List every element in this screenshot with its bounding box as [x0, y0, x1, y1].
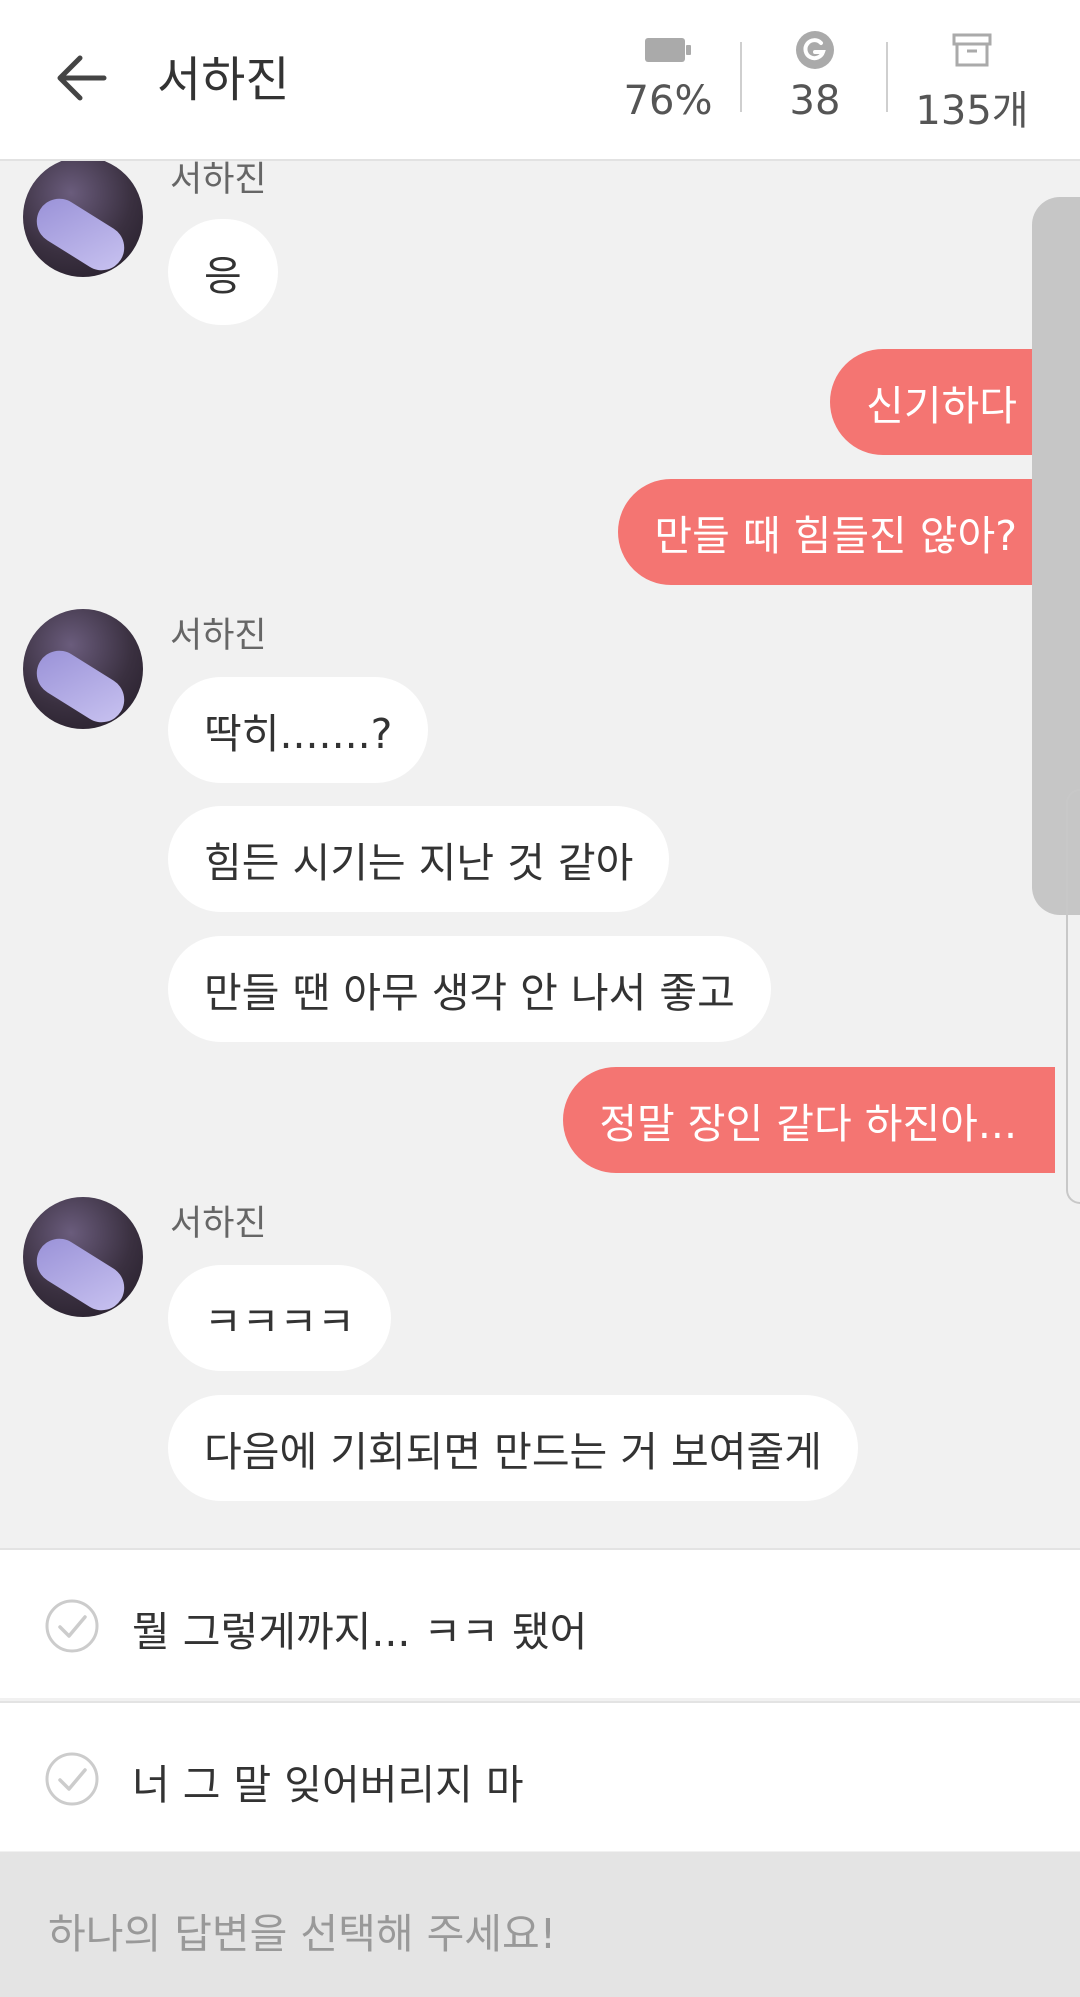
- header-divider: [886, 42, 888, 112]
- answer-option[interactable]: 너 그 말 잊어버리지 마: [0, 1701, 1080, 1851]
- message-bubble-sent: 신기하다: [830, 349, 1055, 455]
- battery-icon: [645, 38, 691, 62]
- header-divider: [740, 42, 742, 112]
- check-circle-icon: [45, 1599, 99, 1653]
- battery-value: 76%: [623, 78, 713, 124]
- answer-text: 뭘 그렇게까지... ㅋㅋ 됐어: [132, 1608, 588, 1656]
- avatar[interactable]: [23, 161, 143, 277]
- storage-stat: 135개: [907, 28, 1037, 136]
- coin-stat: 38: [750, 28, 880, 124]
- archive-box-icon: [952, 33, 992, 67]
- avatar[interactable]: [23, 1197, 143, 1317]
- avatar[interactable]: [23, 609, 143, 729]
- answer-text: 너 그 말 잊어버리지 마: [132, 1761, 524, 1809]
- coin-value: 38: [789, 78, 841, 124]
- message-bubble-sent: 만들 때 힘들진 않아?: [618, 479, 1055, 585]
- scrollbar-track-edge: [1066, 789, 1080, 1204]
- chat-title: 서하진: [157, 52, 290, 108]
- answer-hint-bar: 하나의 답변을 선택해 주세요!: [0, 1852, 1080, 1997]
- storage-value: 135개: [915, 88, 1029, 134]
- message-bubble-received: 만들 땐 아무 생각 안 나서 좋고: [168, 936, 771, 1042]
- message-bubble-received: ㅋㅋㅋㅋ: [168, 1265, 391, 1371]
- answer-option[interactable]: 뭘 그렇게까지... ㅋㅋ 됐어: [0, 1548, 1080, 1698]
- sender-name: 서하진: [170, 161, 267, 200]
- message-bubble-sent: 정말 장인 같다 하진아...: [563, 1067, 1055, 1173]
- back-arrow-icon[interactable]: [50, 46, 114, 110]
- check-circle-icon: [45, 1752, 99, 1806]
- message-bubble-received: 힘든 시기는 지난 것 같아: [168, 806, 670, 912]
- sender-name: 서하진: [170, 1204, 267, 1244]
- answer-hint-text: 하나의 답변을 선택해 주세요!: [48, 1910, 557, 1958]
- coin-icon: [796, 31, 834, 69]
- message-bubble-received: 응: [168, 219, 278, 325]
- app-header: 서하진 76% 38 135개: [0, 0, 1080, 161]
- message-bubble-received: 다음에 기회되면 만드는 거 보여줄게: [168, 1395, 858, 1501]
- message-bubble-received: 딱히.......?: [168, 677, 429, 783]
- chat-area[interactable]: 서하진 응 신기하다 만들 때 힘들진 않아? 서하진 딱히.......? 힘…: [0, 161, 1080, 1548]
- sender-name: 서하진: [170, 616, 267, 656]
- battery-stat: 76%: [603, 28, 733, 124]
